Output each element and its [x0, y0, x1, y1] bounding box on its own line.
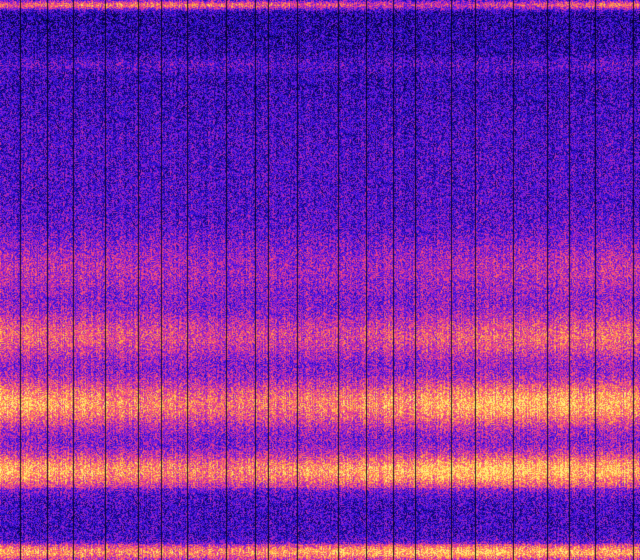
- spectrogram-canvas: [0, 0, 640, 560]
- spectrogram-view: [0, 0, 640, 560]
